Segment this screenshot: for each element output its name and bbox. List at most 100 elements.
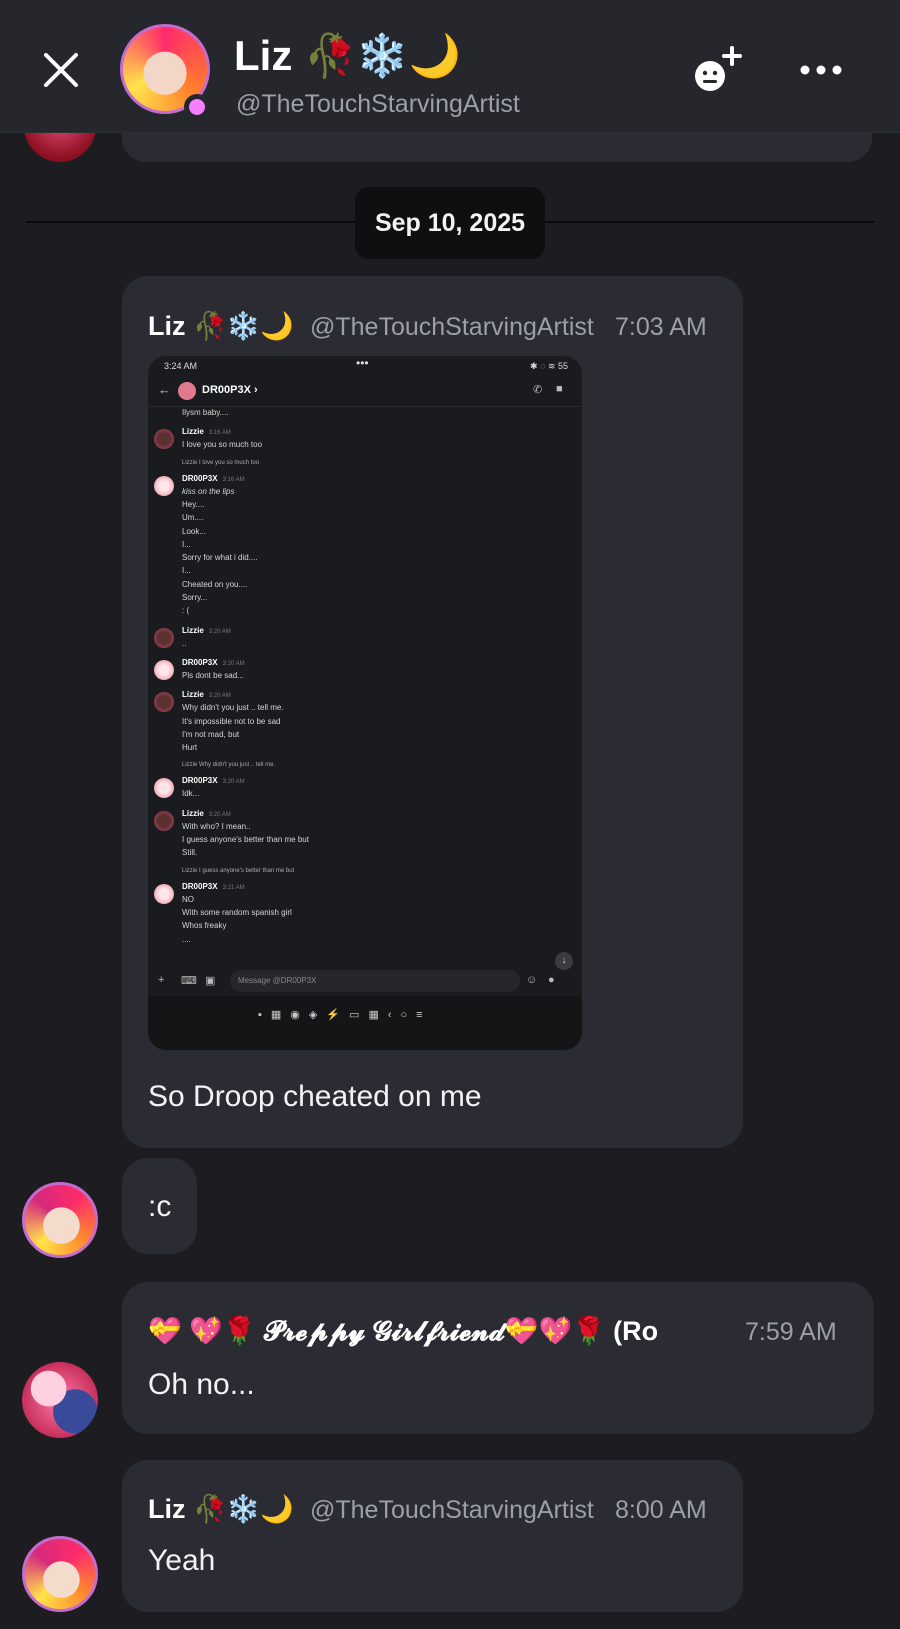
transcript-reply: Lizzie I guess anyone's better than me b… [182,867,295,874]
message-timestamp: 7:03 AM [615,313,707,341]
message-timestamp: 7:59 AM [745,1318,837,1346]
message-text: Oh no... [148,1368,255,1401]
transcript-author-name: DR00P3X [182,657,218,667]
transcript-timestamp: 3:20 AM [208,693,231,700]
avatar [154,475,174,496]
date-divider: Sep 10, 2025 [355,187,545,259]
dm-name[interactable]: Liz 🥀❄️🌙 [234,32,461,81]
avatar[interactable] [22,1536,98,1612]
transcript-author-name: DR00P3X [182,881,218,891]
message-bubble[interactable] [122,1282,874,1434]
chat-title: DR00P3X › [202,384,258,396]
video-icon: ■ [556,383,563,395]
phone-icon: ✆ [533,384,543,396]
transcript-line: .. [182,638,187,648]
image-attachment[interactable]: 3:24 AM ••• ✱ ◌ ≋ 55 ← DR00P3X › ✆ ■ Ily… [148,356,582,1050]
transcript-author: DR00P3X 3:20 AM [182,658,245,667]
message-bar: + ⌨ ▣ Message @DR00P3X ☺ ● [148,968,582,996]
transcript-line: It's impossible not to be sad [182,716,281,726]
add-friend-icon[interactable] [686,42,746,102]
transcript-line: Whos freaky [182,921,227,931]
transcript-timestamp: 3:21 AM [222,884,245,891]
transcript-author: Lizzie 3:20 AM [182,626,231,635]
gift-icon: ▣ [205,975,216,987]
transcript-author-name: Lizzie [182,625,204,635]
close-icon[interactable] [36,45,86,95]
dm-header: Liz 🥀❄️🌙 @TheTouchStarvingArtist [0,0,900,133]
message-handle: @TheTouchStarvingArtist [310,313,594,341]
message-handle: @TheTouchStarvingArtist [310,1496,594,1524]
transcript-author-name: DR00P3X [182,776,218,786]
transcript-timestamp: 3:20 AM [208,628,231,635]
transcript-author-name: Lizzie [182,690,204,700]
status-dots: ••• [356,356,369,370]
status-icons: ✱ ◌ ≋ 55 [530,361,568,371]
message-author[interactable]: Liz 🥀❄️🌙 [148,1493,294,1525]
emoji-icon: ☺ [526,974,538,986]
back-arrow-icon: ← [158,382,171,397]
transcript-line: Look... [182,526,207,536]
transcript-line: Sorry for what i did.... [182,553,258,563]
transcript-line: With who? I mean.. [182,821,251,831]
transcript-line: I... [182,539,191,549]
message-text: Yeah [148,1544,216,1577]
message-author[interactable]: 💝 💖🌹 𝓟𝓻𝓮𝓹𝓹𝔂 𝓖𝓲𝓻𝓵𝓯𝓻𝓲𝓮𝓷𝓭💝💖🌹 (Ro [148,1315,706,1348]
transcript-author: DR00P3X 3:16 AM [182,474,245,483]
transcript-line: I... [182,566,191,576]
transcript-line: NO [182,894,194,904]
status-time: 3:24 AM [164,361,198,371]
more-options-icon[interactable] [796,52,846,88]
transcript-author-name: Lizzie [182,808,204,818]
transcript-author: DR00P3X 3:21 AM [182,882,245,891]
transcript-line: Cheated on you.... [182,579,248,589]
avatar [154,692,174,713]
transcript-line: Sorry... [182,593,208,602]
transcript-line: With some random spanish girl [182,907,292,917]
transcript-line: Pls dont be sad... [182,670,244,680]
message-author[interactable]: Liz 🥀❄️🌙 [148,310,294,342]
transcript-timestamp: 3:20 AM [222,779,245,786]
transcript-author: DR00P3X 3:20 AM [182,776,245,785]
dm-handle: @TheTouchStarvingArtist [236,90,520,118]
status-indicator [184,94,210,120]
message-timestamp: 8:00 AM [615,1496,707,1524]
avatar [154,659,174,680]
avatar[interactable] [22,1362,98,1438]
transcript-author-name: Lizzie [182,427,204,437]
transcript-author-name: DR00P3X [182,473,218,483]
transcript-author: Lizzie 3:16 AM [182,427,231,436]
avatar [154,778,174,799]
transcript-line: Idk... [182,789,200,799]
transcript-line: Why didn't you just .. tell me. [182,703,284,713]
transcript-timestamp: 3:16 AM [222,476,245,483]
transcript-timestamp: 3:16 AM [208,430,231,437]
avatar [178,382,196,400]
transcript-line: Um.... [182,513,204,523]
transcript-author: Lizzie 3:20 AM [182,809,231,818]
transcript-timestamp: 3:20 AM [222,660,245,667]
transcript-line: .... [182,934,191,944]
avatar[interactable] [22,1182,98,1258]
gamepad-icon: ⌨ [181,975,197,987]
avatar [154,429,174,450]
app-dock: ▪▦◉◈⚡▭▦‹○≡ [148,996,582,1050]
dock-icons: ▪▦◉◈⚡▭▦‹○≡ [258,1009,432,1021]
avatar [154,810,174,831]
transcript-line: Hurt [182,743,198,753]
transcript-line: I guess anyone's better than me but [182,835,309,844]
avatar [154,627,174,648]
transcript-line: Still. [182,848,198,858]
transcript-line: : ( [182,606,190,616]
transcript-reply: Lizzie Why didn't you just .. tell me. [182,762,276,769]
transcript-line: kiss on the lips [182,486,235,496]
plus-icon: + [158,974,165,986]
transcript-line: I'm not mad, but [182,729,240,739]
chat-transcript: Ilysm baby.... Lizzie 3:16 AM I love you so… [148,406,582,946]
mic-icon: ● [548,974,555,986]
transcript-line: Hey.... [182,499,205,509]
transcript-line: I love you so much too [182,440,263,450]
message-text: So Droop cheated on me [148,1080,482,1113]
transcript-timestamp: 3:20 AM [208,811,231,818]
message-input: Message @DR00P3X [230,970,520,992]
message-bubble[interactable] [122,1460,743,1612]
